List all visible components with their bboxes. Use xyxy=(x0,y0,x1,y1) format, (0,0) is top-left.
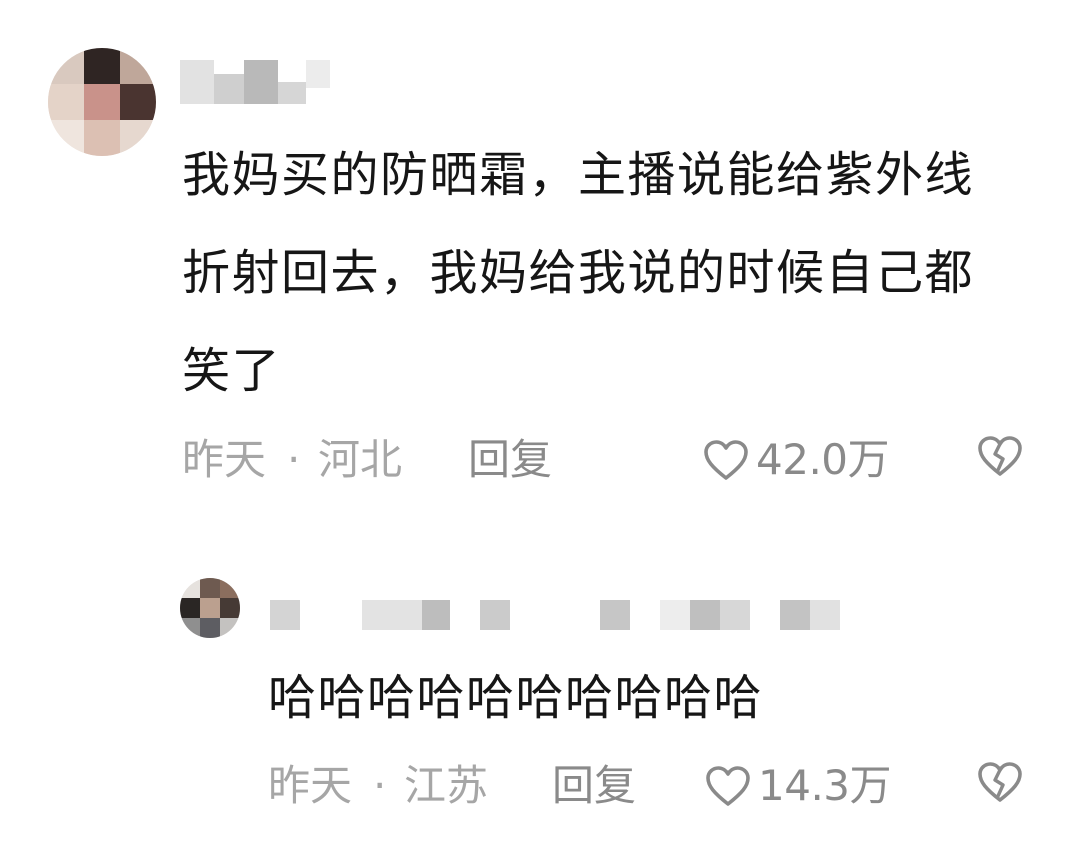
like-count: 42.0万 xyxy=(756,435,890,484)
reply-meta: 昨天 · 江苏 回复 14.3万 xyxy=(268,756,1048,816)
heart-icon xyxy=(702,438,750,482)
like-count: 14.3万 xyxy=(758,761,892,810)
comment-location: 河北 xyxy=(318,435,403,484)
reply-date: 昨天 xyxy=(268,761,353,810)
meta-separator: · xyxy=(287,435,301,484)
reply-avatar[interactable] xyxy=(180,578,240,638)
like-button[interactable]: 42.0万 xyxy=(702,430,890,490)
comment-meta: 昨天 · 河北 回复 42.0万 xyxy=(182,430,1042,490)
reply-item: 哈哈哈哈哈哈哈哈哈哈 昨天 · 江苏 回复 14.3万 xyxy=(0,560,1080,860)
reply-location: 江苏 xyxy=(404,761,489,810)
comment-item: 我妈买的防晒霜，主播说能给紫外线折射回去，我妈给我说的时候自己都笑了 昨天 · … xyxy=(0,0,1080,520)
avatar[interactable] xyxy=(48,48,156,156)
comment-text: 我妈买的防晒霜，主播说能给紫外线折射回去，我妈给我说的时候自己都笑了 xyxy=(182,147,975,399)
meta-separator: · xyxy=(373,761,387,810)
reply-button[interactable]: 回复 xyxy=(552,756,636,816)
broken-heart-icon[interactable] xyxy=(976,434,1024,496)
reply-username[interactable] xyxy=(270,600,840,646)
broken-heart-icon[interactable] xyxy=(976,760,1024,822)
username[interactable] xyxy=(180,60,330,106)
reply-text: 哈哈哈哈哈哈哈哈哈哈 xyxy=(268,670,764,726)
heart-icon xyxy=(704,764,752,808)
like-button[interactable]: 14.3万 xyxy=(704,756,892,816)
reply-button[interactable]: 回复 xyxy=(468,430,552,490)
comment-date: 昨天 xyxy=(182,435,267,484)
